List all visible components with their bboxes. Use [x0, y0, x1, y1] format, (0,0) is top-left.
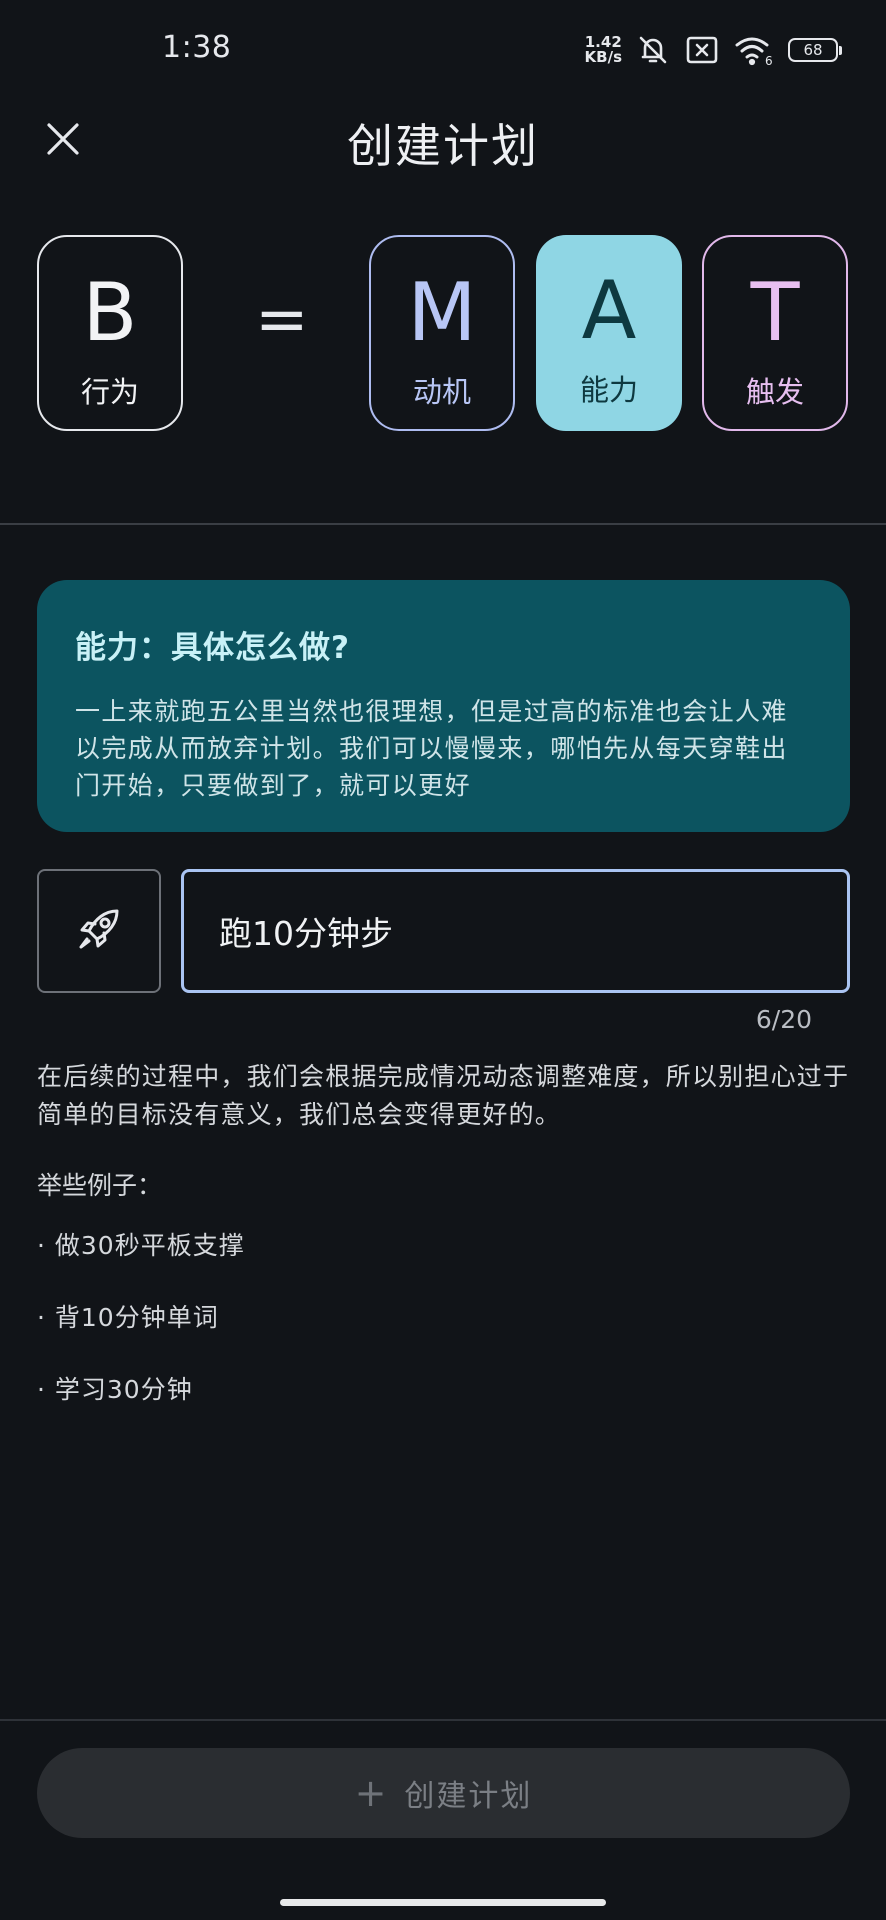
section-divider [0, 523, 886, 525]
battery-level: 68 [803, 41, 823, 59]
behavior-label: 行为 [80, 375, 139, 409]
icon-picker-button[interactable] [37, 869, 161, 993]
ability-info-card: 能力：具体怎么做? 一上来就跑五公里当然也很理想，但是过高的标准也会让人难以完成… [37, 580, 850, 832]
trigger-card[interactable]: T 触发 [702, 235, 848, 431]
page-title: 创建计划 [347, 119, 539, 173]
bmat-formula: B 行为 = M 动机 A 能力 T 触发 [0, 235, 886, 435]
ability-card[interactable]: A 能力 [536, 235, 682, 431]
status-time: 1:38 [162, 30, 232, 65]
status-bar: 1:38 1.42 KB/s 6 68 [0, 0, 886, 100]
behavior-letter: B [82, 266, 138, 359]
example-item: · 学习30分钟 [37, 1375, 193, 1404]
create-plan-label: 创建计划 [404, 1779, 533, 1814]
bell-muted-icon [636, 33, 670, 67]
network-speed: 1.42 KB/s [585, 35, 622, 65]
battery-icon: 68 [788, 38, 842, 62]
network-speed-unit: KB/s [584, 48, 622, 66]
motivation-letter: M [407, 266, 477, 359]
info-title: 能力：具体怎么做? [75, 630, 350, 666]
status-icons: 1.42 KB/s 6 68 [585, 30, 842, 70]
trigger-letter: T [750, 266, 800, 359]
ability-label: 能力 [579, 373, 638, 407]
home-indicator[interactable] [280, 1899, 606, 1906]
footer-divider [0, 1719, 886, 1721]
wifi-6-icon: 6 [734, 34, 774, 66]
plus-icon: + [354, 1771, 387, 1815]
info-body: 一上来就跑五公里当然也很理想，但是过高的标准也会让人难以完成从而放弃计划。我们可… [75, 697, 788, 800]
example-item: · 背10分钟单词 [37, 1303, 219, 1332]
motivation-label: 动机 [412, 375, 471, 409]
trigger-label: 触发 [745, 375, 804, 409]
guide-text: 在后续的过程中，我们会根据完成情况动态调整难度，所以别担心过于简单的目标没有意义… [37, 1062, 850, 1129]
motivation-card[interactable]: M 动机 [369, 235, 515, 431]
character-counter: 6/20 [755, 1005, 812, 1034]
svg-text:6: 6 [765, 54, 773, 66]
equals-sign: = [255, 283, 309, 357]
examples-title: 举些例子： [37, 1171, 163, 1200]
header: 创建计划 [0, 100, 886, 210]
example-item: · 做30秒平板支撑 [37, 1231, 245, 1260]
behavior-card[interactable]: B 行为 [37, 235, 183, 431]
goal-input[interactable] [181, 869, 850, 993]
rocket-icon [73, 903, 125, 959]
ability-letter: A [581, 264, 637, 357]
create-plan-button[interactable]: + 创建计划 [37, 1748, 850, 1838]
sim-disabled-icon [684, 35, 720, 65]
